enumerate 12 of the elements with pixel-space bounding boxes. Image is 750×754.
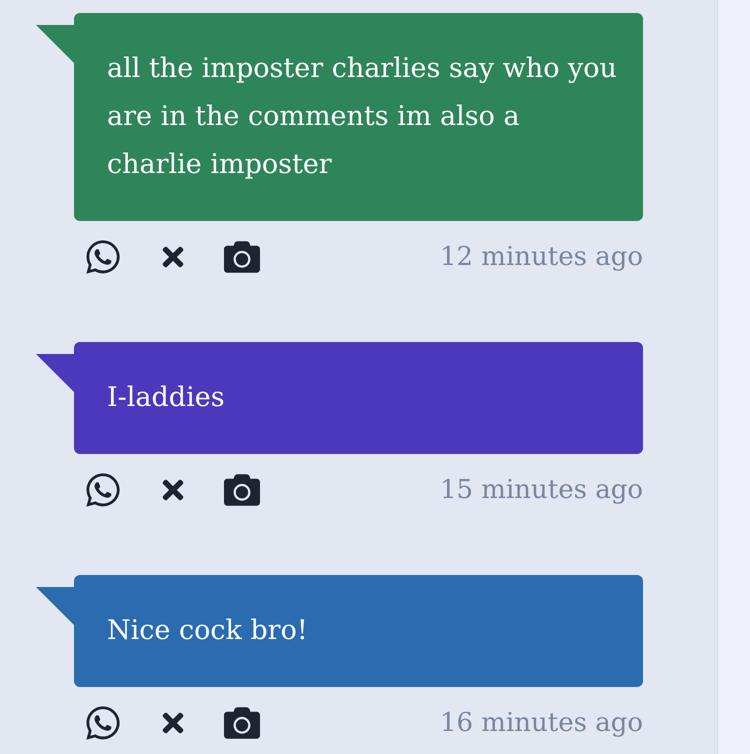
message-text: all the imposter charlies say who you are in the comments im also a charlie imposter (107, 52, 618, 182)
camera-icon[interactable] (224, 472, 260, 508)
message-text: I-laddies (107, 381, 226, 415)
message-time: 16 minutes ago (440, 708, 643, 738)
message-time: 12 minutes ago (440, 242, 643, 272)
camera-icon[interactable] (224, 239, 260, 275)
chat-phone-icon[interactable] (84, 704, 122, 742)
chat-phone-icon[interactable] (84, 238, 122, 276)
message-time: 15 minutes ago (440, 475, 643, 505)
chat-phone-icon[interactable] (84, 471, 122, 509)
message-text: Nice cock bro! (107, 614, 309, 648)
camera-icon[interactable] (224, 705, 260, 741)
